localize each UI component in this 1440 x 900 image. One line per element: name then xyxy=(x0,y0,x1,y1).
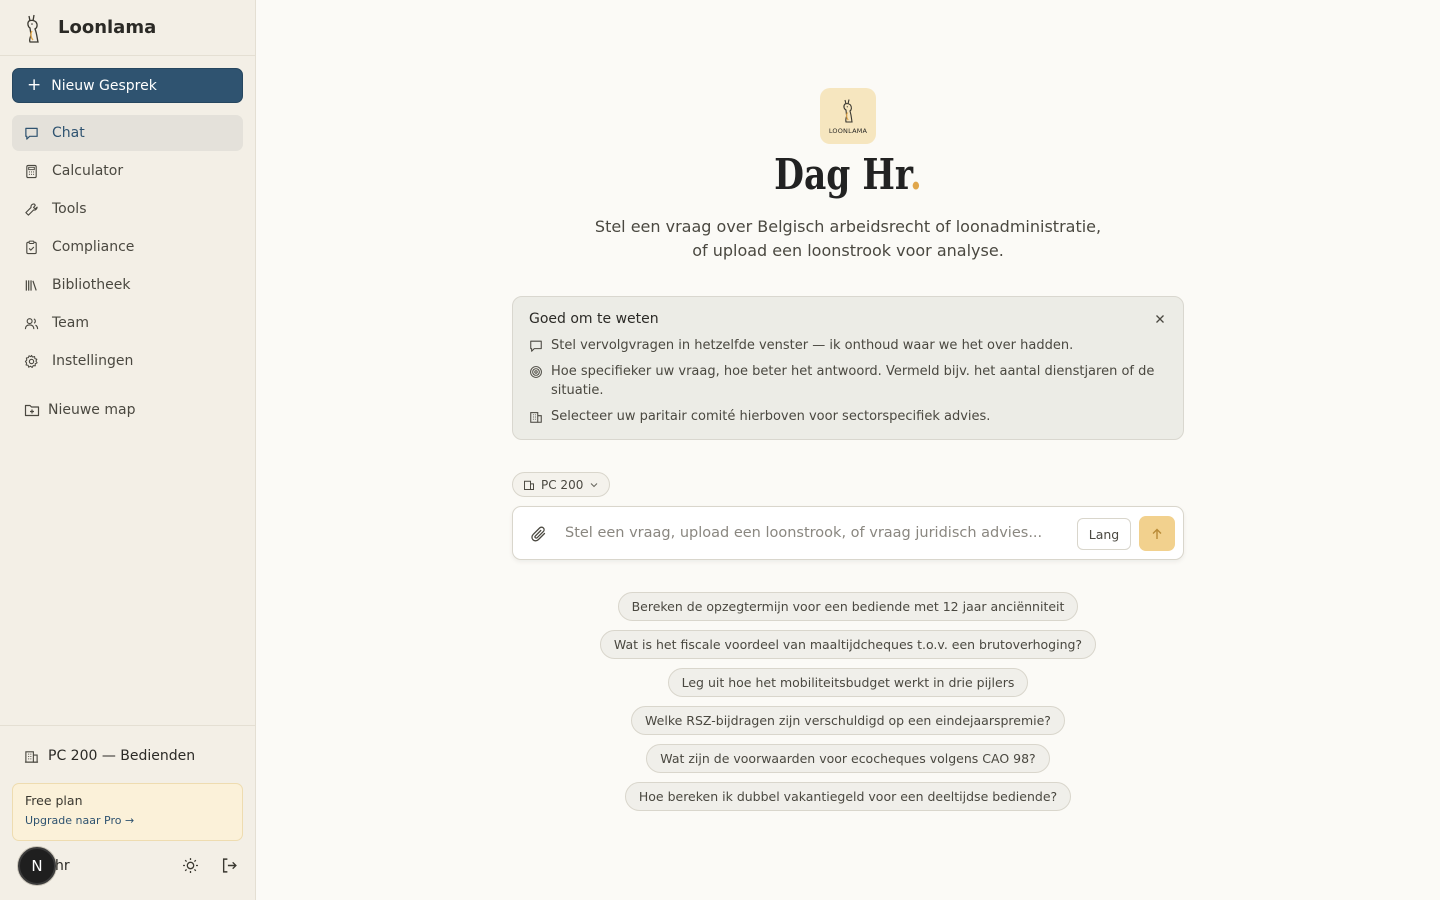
logo-wordmark: LOONLAMA xyxy=(828,126,868,135)
send-button[interactable] xyxy=(1139,516,1175,551)
sidebar-footer: PC 200 — Bedienden Free plan Upgrade naa… xyxy=(0,725,255,885)
hero-logo: LOONLAMA xyxy=(820,88,876,144)
arrow-up-icon xyxy=(1152,528,1162,539)
new-chat-button[interactable]: + Nieuw Gesprek xyxy=(12,68,243,103)
upgrade-link[interactable]: Upgrade naar Pro → xyxy=(25,814,230,827)
sidebar-item-calculator[interactable]: Calculator xyxy=(12,153,243,189)
length-toggle-button[interactable]: Lang xyxy=(1077,518,1131,550)
building-icon xyxy=(24,750,39,763)
committee-chip[interactable]: PC 200 xyxy=(512,472,611,497)
sidebar-item-label: Bibliotheek xyxy=(52,277,131,293)
sidebar-item-team[interactable]: Team xyxy=(12,305,243,341)
sidebar-nav: Chat Calculator Tools Compliance Bibliot… xyxy=(12,115,243,381)
chat-icon xyxy=(25,127,38,140)
target-icon xyxy=(530,366,542,378)
tip-item: Selecteer uw paritair comité hierboven v… xyxy=(529,407,1167,426)
sidebar-item-label: Team xyxy=(52,315,90,331)
sidebar-item-label: Compliance xyxy=(52,239,135,255)
paperclip-icon[interactable] xyxy=(530,525,548,543)
suggestions-list: Bereken de opzegtermijn voor een bediend… xyxy=(256,592,1440,820)
chat-input-box: Lang xyxy=(512,506,1184,560)
subtitle-line: of upload een loonstrook voor analyse. xyxy=(692,241,1004,260)
sidebar-item-compliance[interactable]: Compliance xyxy=(12,229,243,265)
chevron-down-icon xyxy=(590,482,598,487)
sidebar-item-label: Instellingen xyxy=(52,353,134,369)
sidebar-item-tools[interactable]: Tools xyxy=(12,191,243,227)
new-folder-button[interactable]: Nieuwe map xyxy=(12,392,243,428)
library-icon xyxy=(25,279,37,291)
sidebar-item-chat[interactable]: Chat xyxy=(12,115,243,151)
sun-icon[interactable] xyxy=(182,857,199,874)
suggestion-chip[interactable]: Welke RSZ-bijdragen zijn verschuldigd op… xyxy=(631,706,1065,735)
plus-icon: + xyxy=(27,75,42,95)
tip-item: Hoe specifieker uw vraag, hoe beter het … xyxy=(529,362,1167,400)
sidebar-item-settings[interactable]: Instellingen xyxy=(12,343,243,379)
committee-chip-label: PC 200 xyxy=(541,477,584,492)
suggestion-chip[interactable]: Hoe bereken ik dubbel vakantiegeld voor … xyxy=(624,782,1072,811)
llama-logo-icon xyxy=(27,14,39,43)
tips-card: Goed om te weten Stel vervolgvragen in h… xyxy=(512,296,1184,440)
close-icon[interactable] xyxy=(1153,312,1167,326)
chat-icon xyxy=(530,340,542,352)
wrench-icon xyxy=(25,202,38,216)
sidebar: Loonlama + Nieuw Gesprek Chat Calculator… xyxy=(0,0,256,900)
avatar[interactable]: N xyxy=(18,847,56,885)
tip-text: Stel vervolgvragen in hetzelfde venster … xyxy=(551,338,1074,353)
main-content: LOONLAMA Dag Hr. Stel een vraag over Bel… xyxy=(256,0,1440,900)
suggestion-chip[interactable]: Wat zijn de voorwaarden voor ecocheques … xyxy=(646,744,1050,773)
suggestion-chip[interactable]: Leg uit hoe het mobiliteitsbudget werkt … xyxy=(667,668,1029,697)
user-row: N hr xyxy=(18,847,248,885)
clipboard-check-icon xyxy=(26,240,37,254)
app-name: Loonlama xyxy=(58,17,157,38)
plan-card: Free plan Upgrade naar Pro → xyxy=(12,783,243,841)
plan-title: Free plan xyxy=(25,793,83,808)
committee-label: PC 200 — Bedienden xyxy=(48,748,196,764)
new-folder-label: Nieuwe map xyxy=(48,402,136,418)
greeting-title: Dag Hr. xyxy=(363,150,1334,199)
logout-icon[interactable] xyxy=(221,857,238,874)
calculator-icon xyxy=(26,164,37,178)
tip-text: Selecteer uw paritair comité hierboven v… xyxy=(551,409,991,424)
greeting-dot: . xyxy=(909,150,922,199)
tips-title: Goed om te weten xyxy=(529,311,659,327)
sidebar-item-library[interactable]: Bibliotheek xyxy=(12,267,243,303)
folder-plus-icon xyxy=(24,404,40,417)
tip-text: Hoe specifieker uw vraag, hoe beter het … xyxy=(551,364,1155,398)
building-icon xyxy=(530,412,542,423)
gear-icon xyxy=(24,354,38,368)
tip-item: Stel vervolgvragen in hetzelfde venster … xyxy=(529,336,1167,355)
sidebar-item-label: Calculator xyxy=(52,163,124,179)
sidebar-item-label: Tools xyxy=(52,201,87,217)
sidebar-item-label: Chat xyxy=(52,125,85,141)
greeting-text: Dag Hr xyxy=(774,150,910,199)
committee-selector[interactable]: PC 200 — Bedienden xyxy=(24,748,195,764)
suggestion-chip[interactable]: Bereken de opzegtermijn voor een bediend… xyxy=(617,592,1079,621)
building-icon xyxy=(524,480,534,490)
subtitle-line: Stel een vraag over Belgisch arbeidsrech… xyxy=(594,217,1102,236)
user-name: hr xyxy=(55,858,70,874)
users-icon xyxy=(24,317,39,329)
chat-input[interactable] xyxy=(565,519,1065,547)
suggestion-chip[interactable]: Wat is het fiscale voordeel van maaltijd… xyxy=(599,630,1097,659)
new-chat-label: Nieuw Gesprek xyxy=(51,77,157,94)
user-actions xyxy=(182,857,238,874)
brand[interactable]: Loonlama xyxy=(0,0,255,56)
subtitle: Stel een vraag over Belgisch arbeidsrech… xyxy=(556,215,1140,263)
llama-logo-icon xyxy=(843,98,853,123)
